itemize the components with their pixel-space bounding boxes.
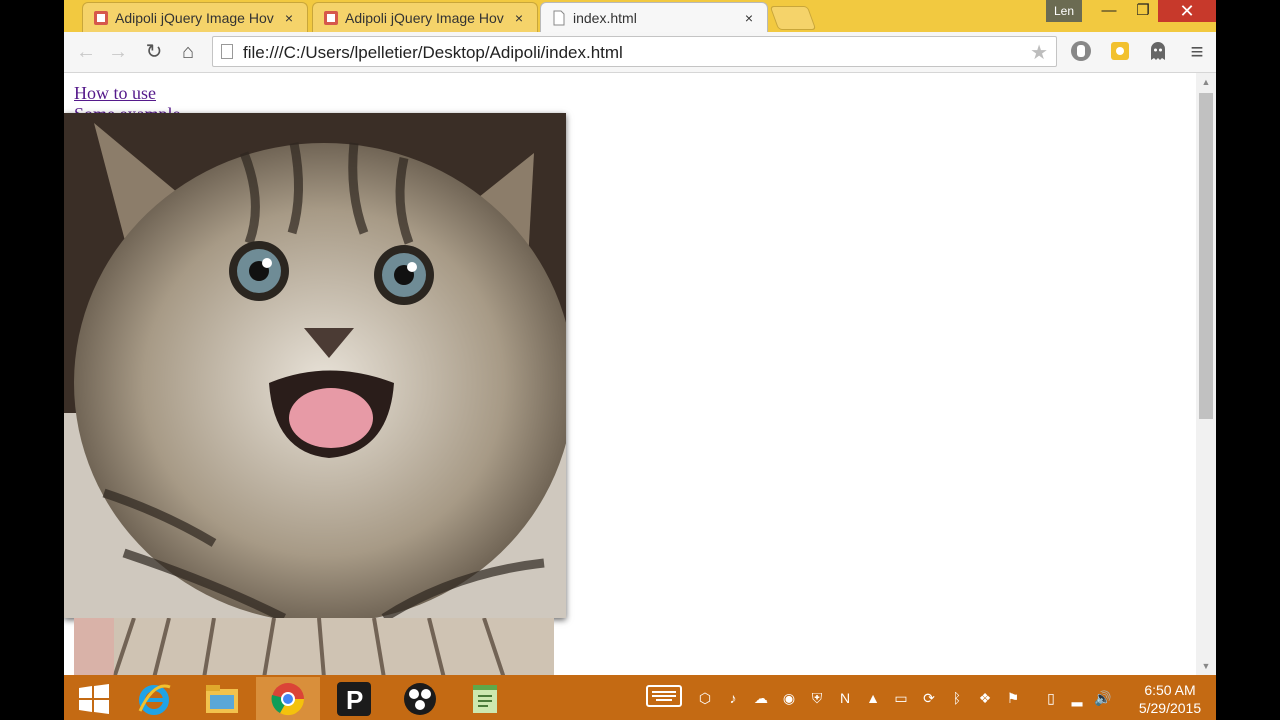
user-badge[interactable]: Len xyxy=(1046,0,1082,22)
chrome-icon[interactable] xyxy=(256,677,320,720)
page-icon xyxy=(553,10,565,25)
back-button[interactable]: ← xyxy=(74,40,98,64)
sync-icon[interactable]: ⟳ xyxy=(920,689,938,707)
url-text[interactable]: file:///C:/Users/lpelletier/Desktop/Adip… xyxy=(243,43,623,63)
page-icon xyxy=(221,44,233,59)
hand-extension-icon[interactable] xyxy=(1069,40,1093,64)
home-button[interactable]: ⌂ xyxy=(176,40,200,64)
tab-1[interactable]: Adipoli jQuery Image Hov × xyxy=(82,2,308,32)
close-window-button[interactable]: ✕ xyxy=(1158,0,1216,22)
volume-icon[interactable]: 🔊 xyxy=(1094,689,1112,707)
bell-icon[interactable]: ♪ xyxy=(724,689,742,707)
tab-title: index.html xyxy=(573,9,637,26)
menu-button[interactable]: ≡ xyxy=(1185,40,1209,64)
cloud-icon[interactable]: ☁ xyxy=(752,689,770,707)
close-tab-icon[interactable]: × xyxy=(511,10,527,26)
keyboard-icon[interactable] xyxy=(646,685,682,707)
file-explorer-icon[interactable] xyxy=(192,677,252,720)
svg-text:P: P xyxy=(346,685,363,715)
battery-icon[interactable]: ▯ xyxy=(1042,689,1060,707)
kitten-picture xyxy=(64,113,566,618)
close-tab-icon[interactable]: × xyxy=(281,10,297,26)
bookmark-star-icon[interactable]: ★ xyxy=(1030,40,1048,65)
reload-button[interactable]: ↻ xyxy=(142,40,166,64)
puzzle-extension-icon[interactable] xyxy=(1108,40,1132,64)
new-tab-button[interactable] xyxy=(769,6,817,30)
scroll-up-arrow-icon[interactable]: ▲ xyxy=(1196,77,1216,87)
tab-3-active[interactable]: index.html × xyxy=(540,2,768,32)
vertical-scrollbar[interactable]: ▲ ▼ xyxy=(1196,73,1216,675)
notepad-icon[interactable] xyxy=(456,677,516,720)
forward-button[interactable]: → xyxy=(106,40,130,64)
internet-explorer-icon[interactable] xyxy=(124,677,184,720)
dropbox-icon[interactable]: ❖ xyxy=(976,689,994,707)
drive-icon[interactable]: ▲ xyxy=(864,689,882,707)
bluetooth-icon[interactable]: ᛒ xyxy=(948,689,966,707)
close-tab-icon[interactable]: × xyxy=(741,10,757,26)
obs-icon[interactable] xyxy=(390,677,450,720)
action-icon[interactable]: ⬡ xyxy=(696,689,714,707)
onenote-icon[interactable]: N xyxy=(836,689,854,707)
scroll-down-arrow-icon[interactable]: ▼ xyxy=(1196,661,1216,671)
tab-title: Adipoli jQuery Image Hov xyxy=(115,9,274,26)
clock-date: 5/29/2015 xyxy=(1138,700,1202,716)
left-letterbox xyxy=(0,0,64,720)
browser-toolbar: ← → ↻ ⌂ file:///C:/Users/lpelletier/Desk… xyxy=(64,32,1216,73)
tab-title: Adipoli jQuery Image Hov xyxy=(345,9,504,26)
kitten-image[interactable] xyxy=(64,113,566,618)
favicon-icon xyxy=(94,10,108,25)
tab-2[interactable]: Adipoli jQuery Image Hov × xyxy=(312,2,538,32)
favicon-icon xyxy=(324,10,338,25)
clock-time: 6:50 AM xyxy=(1144,682,1196,698)
minimize-button[interactable]: — xyxy=(1092,0,1126,22)
link-how-to-use[interactable]: How to use xyxy=(74,83,156,104)
start-icon[interactable] xyxy=(64,677,124,720)
screen: Adipoli jQuery Image Hov × Adipoli jQuer… xyxy=(64,0,1216,720)
address-bar[interactable]: file:///C:/Users/lpelletier/Desktop/Adip… xyxy=(212,36,1057,67)
right-letterbox xyxy=(1216,0,1280,720)
second-kitten-picture xyxy=(74,618,554,675)
chrome-tray-icon[interactable]: ◉ xyxy=(780,689,798,707)
taskbar-clock[interactable]: 6:50 AM 5/29/2015 xyxy=(1124,681,1216,717)
restore-button[interactable]: ❐ xyxy=(1126,0,1160,22)
scrollbar-thumb[interactable] xyxy=(1199,93,1213,419)
tab-strip: Adipoli jQuery Image Hov × Adipoli jQuer… xyxy=(64,0,1216,32)
windows-taskbar: P ⬡ ♪ ☁ ◉ ⛨ N ▲ ▭ ⟳ ᛒ ❖ ⚑ ▯ ▂ 🔊 6:50 AM … xyxy=(64,675,1216,720)
flag-icon[interactable]: ⚑ xyxy=(1004,689,1022,707)
page-content: How to use Some example xyxy=(64,73,1194,675)
printer-icon[interactable]: ▭ xyxy=(892,689,910,707)
shield-icon[interactable]: ⛨ xyxy=(808,689,826,707)
p-app-icon[interactable]: P xyxy=(324,677,384,720)
second-kitten-image[interactable] xyxy=(74,618,554,675)
ghostery-icon[interactable] xyxy=(1146,40,1170,64)
signal-icon[interactable]: ▂ xyxy=(1068,689,1086,707)
